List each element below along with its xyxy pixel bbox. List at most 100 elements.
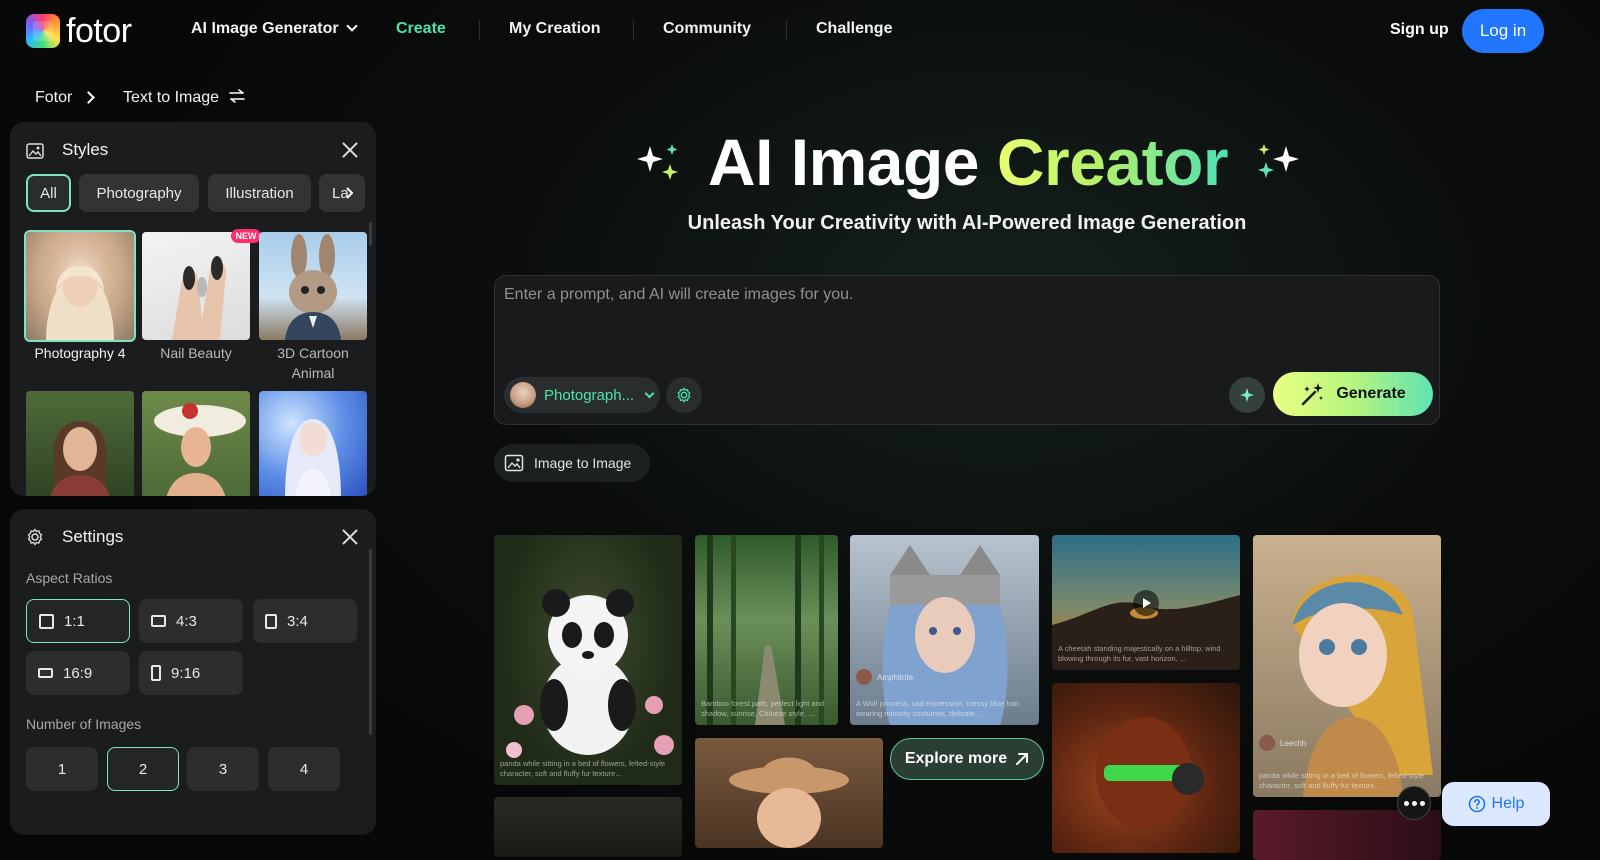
thumb-label: Photography 4	[34, 345, 126, 361]
sparkle-icon	[1258, 144, 1299, 178]
gallery-card-cowgirl[interactable]	[695, 738, 883, 848]
chevron-down-icon	[644, 388, 655, 398]
chip-illustration[interactable]: Illustration	[208, 174, 311, 212]
gallery-card-pearl-girl[interactable]: Leechh panda while sitting in a bed of f…	[1253, 535, 1441, 797]
hero-subtitle: Unleash Your Creativity with AI-Powered …	[687, 212, 1247, 234]
rabbit-image	[285, 234, 341, 340]
thumb-label: 3D Cartoon Animal	[277, 345, 349, 381]
image-to-image-label: Image to Image	[534, 455, 632, 471]
sparkle-icon	[1240, 388, 1254, 402]
style-avatar	[510, 382, 536, 408]
ratio-4-3[interactable]: 4:3	[139, 599, 243, 643]
ratio-label: 16:9	[63, 664, 93, 682]
wide-ratio-icon	[38, 668, 53, 678]
author-avatar	[1259, 735, 1275, 751]
enhance-prompt-button[interactable]	[1229, 377, 1265, 413]
fotor-logo[interactable]: fotor	[26, 14, 132, 48]
close-icon[interactable]	[342, 529, 358, 545]
logo-text: fotor	[66, 12, 132, 50]
portrait-ratio-icon	[265, 613, 277, 629]
nav-divider	[633, 20, 634, 40]
styles-title: Styles	[62, 140, 109, 159]
style-thumb-photography-4[interactable]	[24, 230, 136, 342]
breadcrumb-fotor[interactable]: Fotor	[35, 89, 72, 107]
style-thumb-anime[interactable]	[259, 391, 367, 496]
dot	[1419, 800, 1425, 806]
card-caption: A Wolf princess, sad expression, messy b…	[856, 699, 1021, 718]
nav-my-creation[interactable]: My Creation	[509, 20, 601, 38]
play-icon[interactable]	[1133, 590, 1159, 616]
prompt-input[interactable]: Enter a prompt, and AI will create image…	[504, 286, 854, 304]
author-avatar	[856, 669, 872, 685]
landscape-ratio-icon	[151, 615, 166, 627]
explore-more-button[interactable]: Explore more	[890, 738, 1044, 780]
gallery-card-bamboo[interactable]: Bamboo forest path, perfect light and sh…	[695, 535, 838, 725]
chip-all[interactable]: All	[26, 174, 71, 212]
chip-photography[interactable]: Photography	[79, 174, 199, 212]
hero-title-white: AI Image	[707, 125, 980, 199]
card-author: Amphitrite	[856, 669, 913, 685]
style-selector[interactable]: Photograph...	[504, 377, 660, 413]
arrow-up-right-icon	[1016, 753, 1029, 765]
anime-girl-image	[285, 419, 341, 496]
thumb-label: Nail Beauty	[160, 345, 232, 361]
generate-label: Generate	[1336, 385, 1406, 402]
gallery-card-panda[interactable]: panda while sitting in a bed of flowers,…	[494, 535, 682, 785]
ratio-label: 1:1	[64, 612, 85, 630]
prompt-box[interactable]: Enter a prompt, and AI will create image…	[494, 275, 1440, 425]
ratio-1-1[interactable]: 1:1	[26, 599, 130, 643]
magic-wand-icon	[1302, 383, 1324, 406]
gallery-card-wolf-princess[interactable]: Amphitrite A Wolf princess, sad expressi…	[850, 535, 1039, 725]
log-in-button[interactable]: Log in	[1462, 9, 1544, 53]
count-1[interactable]: 1	[26, 747, 98, 791]
close-icon[interactable]	[342, 142, 358, 158]
pearl-earring-girl-image	[1293, 574, 1433, 797]
chip-more-styles[interactable]: La	[319, 174, 365, 212]
image-to-image-button[interactable]: Image to Image	[494, 444, 650, 482]
dot	[1403, 800, 1409, 806]
sign-up-link[interactable]: Sign up	[1390, 21, 1449, 39]
style-selected-label: Photograph...	[544, 386, 635, 404]
ratio-9-16[interactable]: 9:16	[139, 651, 243, 695]
nav-create[interactable]: Create	[396, 20, 446, 38]
nav-challenge[interactable]: Challenge	[816, 20, 892, 38]
count-3[interactable]: 3	[187, 747, 259, 791]
ratio-3-4[interactable]: 3:4	[253, 599, 357, 643]
gear-icon	[27, 528, 43, 546]
woman-portrait-image	[50, 421, 110, 496]
count-2[interactable]: 2	[107, 747, 179, 791]
style-thumb-vintage[interactable]	[142, 391, 250, 496]
number-of-images-label: Number of Images	[26, 716, 142, 732]
cyber-girl-image	[1096, 717, 1204, 829]
gallery-card-dark[interactable]	[494, 797, 682, 857]
cartoon-cowgirl-image	[729, 757, 849, 848]
nav-community[interactable]: Community	[663, 20, 751, 38]
breadcrumb-text-to-image[interactable]: Text to Image	[123, 89, 245, 107]
gallery-card-cyber-girl[interactable]	[1052, 683, 1240, 853]
gallery-card-cheetah-video[interactable]: A cheetah standing majestically on a hil…	[1052, 535, 1240, 670]
bamboo-forest-image	[707, 535, 824, 725]
dot	[1411, 800, 1417, 806]
explore-label: Explore more	[904, 750, 1008, 767]
style-thumb-nail-beauty[interactable]	[142, 232, 250, 340]
styles-scrollbar[interactable]	[369, 222, 372, 246]
image-style-icon	[26, 143, 44, 159]
settings-scrollbar[interactable]	[369, 549, 372, 735]
count-4[interactable]: 4	[268, 747, 340, 791]
ratio-label: 4:3	[176, 612, 197, 630]
question-icon	[1468, 795, 1485, 813]
more-options-button[interactable]	[1397, 786, 1431, 820]
settings-title: Settings	[62, 527, 124, 546]
nav-ai-image-generator[interactable]: AI Image Generator	[191, 20, 358, 38]
vintage-woman-image	[154, 403, 246, 496]
switch-icon	[228, 89, 245, 103]
ratio-16-9[interactable]: 16:9	[26, 651, 130, 695]
settings-gear-button[interactable]	[666, 377, 702, 413]
panda-image	[506, 589, 674, 758]
author-name: Amphitrite	[877, 672, 914, 682]
help-button[interactable]: Help	[1442, 782, 1550, 826]
style-thumb-3d-cartoon-animal[interactable]	[259, 232, 367, 340]
wolf-princess-image	[882, 545, 1008, 725]
style-thumb-portrait[interactable]	[26, 391, 134, 496]
generate-button[interactable]: Generate	[1273, 372, 1433, 416]
